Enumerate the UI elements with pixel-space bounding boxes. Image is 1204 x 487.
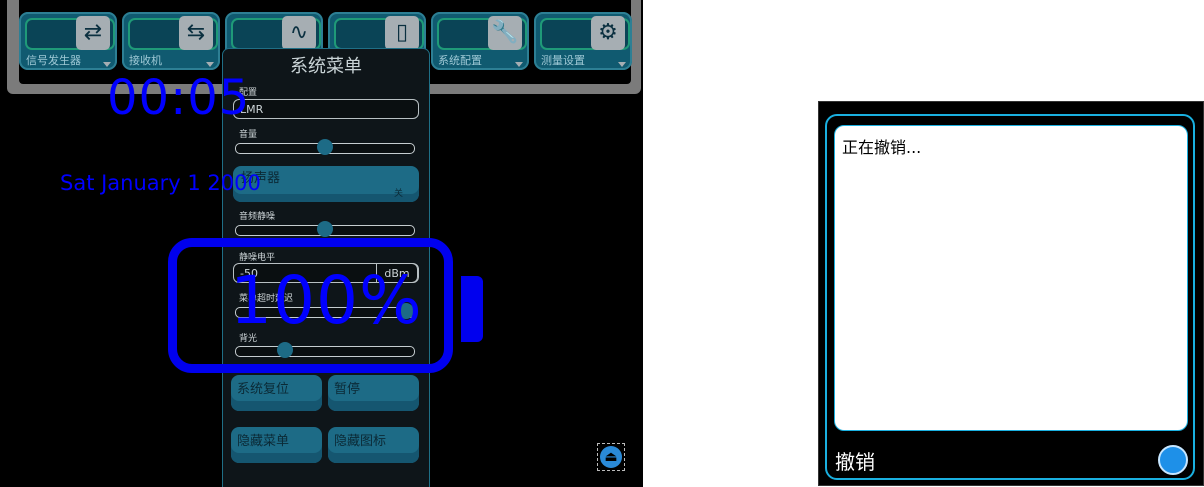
speaker-value: 关 xyxy=(393,189,403,199)
tab-receiver[interactable]: ⇆ 接收机 xyxy=(122,12,220,70)
status-indicator[interactable] xyxy=(1158,445,1188,475)
dialog-message-area: 正在撤销... xyxy=(834,125,1188,431)
collapse-button[interactable]: ⏏ xyxy=(597,443,625,471)
audio-squelch-slider[interactable] xyxy=(235,221,415,237)
date-overlay: Sat January 1 2000 xyxy=(60,171,261,195)
battery-tip xyxy=(461,276,483,342)
undo-dialog: 正在撤销... 撤销 xyxy=(818,101,1204,486)
swap-arrows-icon: ⇄ xyxy=(76,16,110,50)
wrench-icon: 🔧 xyxy=(488,16,522,50)
system-reset-button[interactable]: 系统复位 xyxy=(231,375,322,411)
return-arrows-icon: ⇆ xyxy=(179,16,213,50)
instrument-screen: ⇄ 信号发生器 ⇆ 接收机 ∿ ▯ 🔧 系统配置 ⚙ 测量设置 系统菜单 配置 … xyxy=(0,0,643,487)
gear-icon: ⚙ xyxy=(591,16,625,50)
hide-menu-button[interactable]: 隐藏菜单 xyxy=(231,427,322,463)
dropdown-arrow-icon xyxy=(206,62,214,67)
config-field[interactable]: LMR xyxy=(233,99,419,119)
tab-label: 信号发生器 xyxy=(26,54,81,67)
tab-label: 接收机 xyxy=(129,54,162,67)
dialog-label: 撤销 xyxy=(835,450,875,474)
volume-label: 音量 xyxy=(239,130,258,140)
dropdown-arrow-icon xyxy=(103,62,111,67)
tab-measurement-settings[interactable]: ⚙ 测量设置 xyxy=(534,12,632,70)
tab-label: 系统配置 xyxy=(438,54,482,67)
collapse-up-icon: ⏏ xyxy=(600,446,622,468)
tab-signal-generator[interactable]: ⇄ 信号发生器 xyxy=(19,12,117,70)
battery-percent: 100% xyxy=(230,262,423,339)
waveform-icon: ∿ xyxy=(282,16,316,50)
slider-knob[interactable] xyxy=(317,139,333,155)
audio-squelch-label: 音频静噪 xyxy=(239,212,276,222)
hide-icons-button[interactable]: 隐藏图标 xyxy=(328,427,419,463)
clock-overlay: 00:05 xyxy=(107,70,251,126)
pause-button[interactable]: 暂停 xyxy=(328,375,419,411)
system-menu-title: 系统菜单 xyxy=(290,56,362,77)
meter-icon: ▯ xyxy=(385,16,419,50)
speaker-toggle[interactable]: 扬声器 关 xyxy=(233,166,419,202)
tab-label: 测量设置 xyxy=(541,54,585,67)
slider-knob[interactable] xyxy=(317,221,333,237)
dropdown-arrow-icon xyxy=(618,62,626,67)
dropdown-arrow-icon xyxy=(515,62,523,67)
tab-system-config[interactable]: 🔧 系统配置 xyxy=(431,12,529,70)
volume-slider[interactable] xyxy=(235,139,415,155)
